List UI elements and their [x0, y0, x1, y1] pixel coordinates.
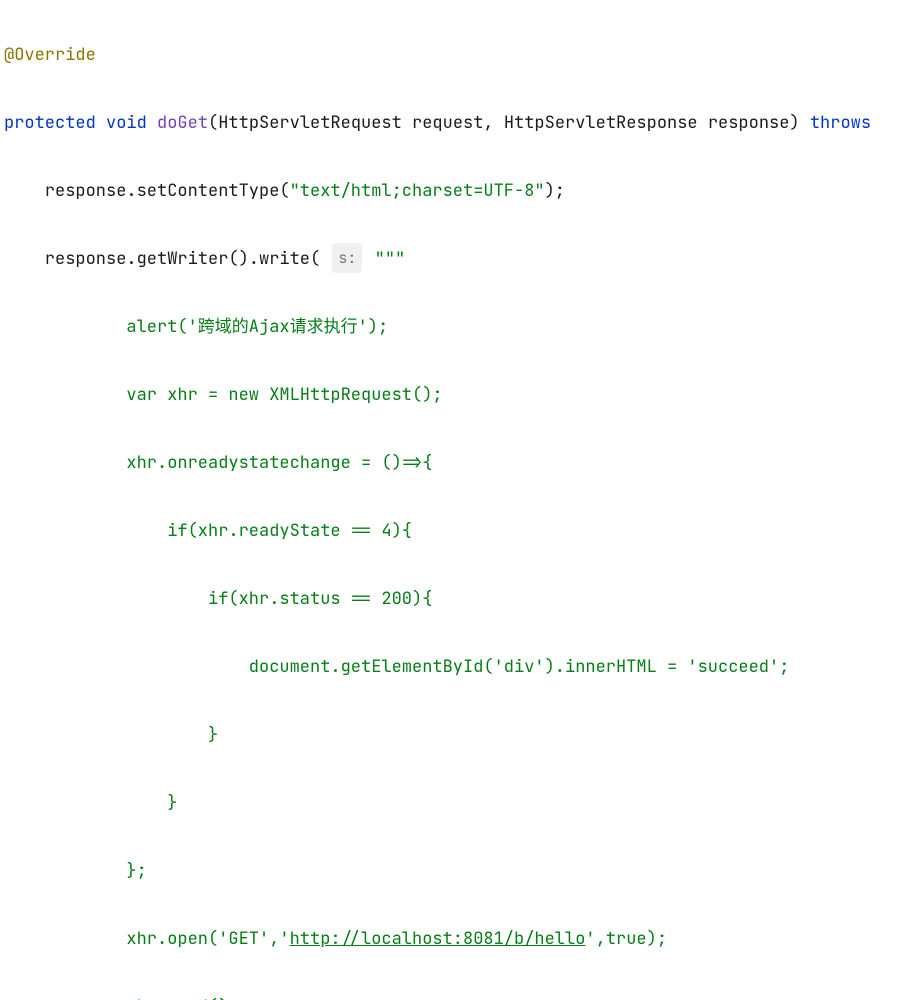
js10b: ',true); — [585, 928, 667, 950]
line-js9: }; — [4, 854, 913, 888]
js9: }; — [4, 860, 147, 882]
line-3: response.setContentType("text/html;chars… — [4, 174, 913, 208]
l3-a: response.setContentType( — [4, 180, 290, 202]
line-method-sig: protected void doGet(HttpServletRequest … — [4, 106, 913, 140]
line-js11: xhr.send(); — [4, 990, 913, 1000]
line-js3: xhr.onreadystatechange = ()=>{ — [4, 446, 913, 480]
l3-string: "text/html;charset=UTF-8" — [290, 180, 545, 202]
inline-hint-s: s: — [332, 243, 362, 273]
line-4: response.getWriter().write( s: """ — [4, 242, 913, 276]
line-js1: alert('跨域的Ajax请求执行'); — [4, 310, 913, 344]
line-js4: if(xhr.readyState == 4){ — [4, 514, 913, 548]
js2: var xhr = new XMLHttpRequest(); — [4, 384, 443, 406]
kw-protected: protected — [4, 112, 96, 134]
js11: xhr.send(); — [4, 996, 239, 1000]
js10a: xhr.open('GET',' — [4, 928, 290, 950]
js5: if(xhr.status == 200){ — [4, 588, 432, 610]
js7: } — [4, 724, 218, 746]
method-name: doGet — [157, 112, 208, 134]
line-js7: } — [4, 718, 913, 752]
js10-url: http://localhost:8081/b/hello — [290, 928, 586, 950]
annotation-override: @Override — [4, 44, 96, 66]
js4: if(xhr.readyState == 4){ — [4, 520, 412, 542]
js8: } — [4, 792, 177, 814]
line-js2: var xhr = new XMLHttpRequest(); — [4, 378, 913, 412]
js6: document.getElementById('div').innerHTML… — [4, 656, 789, 678]
kw-throws: throws — [810, 112, 871, 134]
line-annotation: @Override — [4, 38, 913, 72]
line-js5: if(xhr.status == 200){ — [4, 582, 913, 616]
code-block: @Override protected void doGet(HttpServl… — [0, 0, 915, 1000]
line-js6: document.getElementById('div').innerHTML… — [4, 650, 913, 684]
method-params: (HttpServletRequest request, HttpServlet… — [208, 112, 810, 134]
js1: alert('跨域的Ajax请求执行'); — [4, 316, 388, 338]
l4-triplequote: """ — [364, 248, 405, 270]
line-js10: xhr.open('GET','http://localhost:8081/b/… — [4, 922, 913, 956]
line-js8: } — [4, 786, 913, 820]
kw-void: void — [106, 112, 147, 134]
js3: xhr.onreadystatechange = ()=>{ — [4, 452, 432, 474]
l3-b: ); — [545, 180, 565, 202]
l4-a: response.getWriter().write( — [4, 248, 330, 270]
